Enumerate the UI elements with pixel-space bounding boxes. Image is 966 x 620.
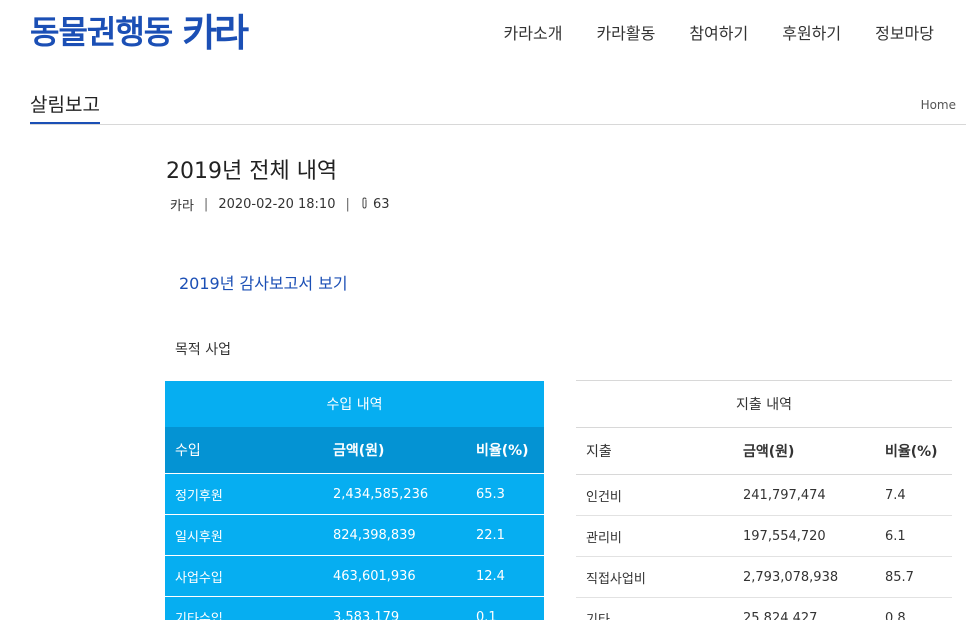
meta-separator: |: [203, 197, 209, 212]
income-category: 일시후원: [165, 514, 323, 556]
main-nav: 카라소개 카라활동 참여하기 후원하기 정보마당: [504, 20, 934, 44]
expense-ratio: 7.4: [875, 474, 952, 516]
table-row: 일시후원 824,398,839 22.1: [165, 514, 544, 556]
logo-mark: 카라: [182, 11, 249, 55]
post-date: 2020-02-20 18:10: [218, 197, 336, 212]
income-col-category: 수입: [165, 427, 323, 474]
income-ratio: 65.3: [466, 473, 544, 515]
income-category: 정기후원: [165, 473, 323, 515]
section-title: 살림보고: [30, 90, 100, 124]
expense-amount: 25,824,427: [733, 597, 875, 620]
page: 동물권행동 카라 카라소개 카라활동 참여하기 후원하기 정보마당 살림보고 H…: [0, 0, 966, 620]
table-row: 관리비 197,554,720 6.1: [576, 515, 952, 557]
income-amount: 3,583,179: [323, 596, 466, 620]
attachment-count-value: 63: [373, 197, 390, 212]
income-table: 수입 내역 수입 금액(원) 비율(%) 정기후원 2,434,585,236 …: [165, 380, 544, 620]
nav-item-donate[interactable]: 후원하기: [782, 20, 841, 44]
nav-item-info[interactable]: 정보마당: [875, 20, 934, 44]
table-row: 사업수입 463,601,936 12.4: [165, 555, 544, 597]
table-row: 기타 25,824,427 0.8: [576, 597, 952, 620]
post-meta: 카라 | 2020-02-20 18:10 | 63: [170, 195, 390, 214]
nav-item-activities[interactable]: 카라활동: [596, 20, 655, 44]
audit-report-link[interactable]: 2019년 감사보고서 보기: [179, 270, 348, 294]
expense-category: 기타: [576, 597, 733, 620]
site-logo[interactable]: 동물권행동 카라: [30, 2, 249, 57]
income-ratio: 22.1: [466, 514, 544, 556]
expense-amount: 2,793,078,938: [733, 556, 875, 598]
table-row: 정기후원 2,434,585,236 65.3: [165, 473, 544, 515]
expense-table: 지출 내역 지출 금액(원) 비율(%) 인건비 241,797,474 7.4…: [576, 380, 952, 620]
expense-ratio: 6.1: [875, 515, 952, 557]
expense-amount: 197,554,720: [733, 515, 875, 557]
expense-caption: 지출 내역: [576, 380, 952, 428]
income-ratio: 12.4: [466, 555, 544, 597]
income-amount: 463,601,936: [323, 555, 466, 597]
income-col-ratio: 비율(%): [466, 427, 544, 474]
income-amount: 824,398,839: [323, 514, 466, 556]
income-caption-row: 수입 내역: [165, 380, 544, 427]
logo-text: 동물권행동: [30, 12, 173, 51]
income-category: 기타수입: [165, 596, 323, 620]
subhead: 목적 사업: [175, 342, 231, 358]
attachment-count[interactable]: 63: [360, 197, 390, 212]
income-amount: 2,434,585,236: [323, 473, 466, 515]
meta-separator: |: [345, 197, 350, 212]
expense-category: 직접사업비: [576, 556, 733, 598]
table-row: 기타수입 3,583,179 0.1: [165, 596, 544, 620]
expense-category: 관리비: [576, 515, 733, 557]
expense-col-amount: 금액(원): [733, 427, 875, 475]
table-row: 직접사업비 2,793,078,938 85.7: [576, 556, 952, 598]
income-header-row: 수입 금액(원) 비율(%): [165, 427, 544, 474]
expense-caption-row: 지출 내역: [576, 380, 952, 428]
expense-ratio: 85.7: [875, 556, 952, 598]
income-ratio: 0.1: [466, 596, 544, 620]
expense-ratio: 0.8: [875, 597, 952, 620]
expense-col-ratio: 비율(%): [875, 427, 952, 475]
income-category: 사업수입: [165, 555, 323, 597]
expense-header-row: 지출 금액(원) 비율(%): [576, 427, 952, 475]
income-caption: 수입 내역: [165, 380, 544, 427]
nav-item-participate[interactable]: 참여하기: [689, 20, 748, 44]
post-author: 카라: [170, 199, 194, 214]
paperclip-icon: [362, 197, 367, 209]
table-row: 인건비 241,797,474 7.4: [576, 474, 952, 516]
expense-category: 인건비: [576, 474, 733, 516]
title-bar: 살림보고 Home: [30, 90, 966, 125]
expense-amount: 241,797,474: [733, 474, 875, 516]
breadcrumb-home[interactable]: Home: [921, 98, 956, 112]
nav-item-about[interactable]: 카라소개: [504, 20, 563, 44]
expense-col-category: 지출: [576, 427, 733, 475]
income-col-amount: 금액(원): [323, 427, 466, 474]
post-title: 2019년 전체 내역: [166, 159, 338, 184]
